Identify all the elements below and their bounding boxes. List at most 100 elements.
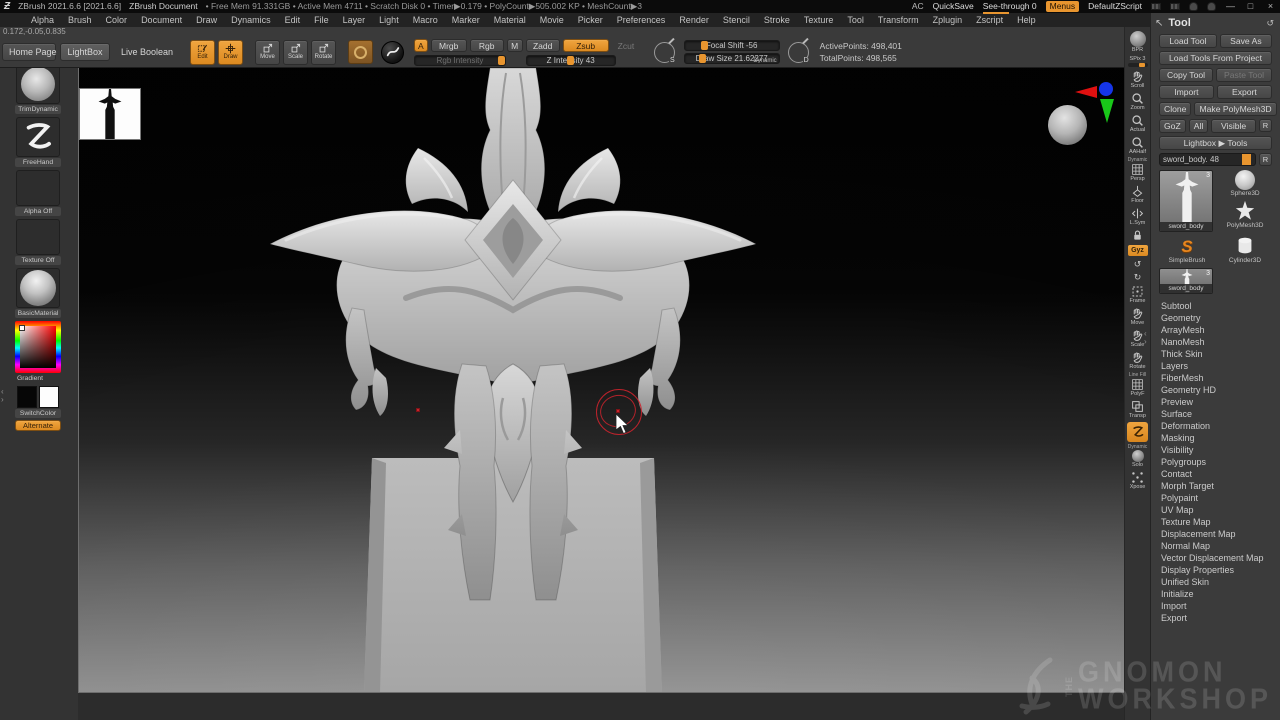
close-button[interactable]: × (1265, 0, 1276, 13)
tool-section-header[interactable]: ArrayMesh (1159, 324, 1272, 336)
zcut-button[interactable]: Zcut (612, 39, 640, 52)
import-button[interactable]: Import (1159, 85, 1214, 99)
see-through-slider[interactable]: See-through 0 (983, 0, 1037, 14)
active-tool-sword-body[interactable]: 3 sword_body (1159, 170, 1213, 232)
tool-section-header[interactable]: Texture Map (1159, 516, 1272, 528)
mrgb-button[interactable]: Mrgb (431, 39, 467, 52)
save-as-button[interactable]: Save As (1220, 34, 1272, 48)
menu-item[interactable]: Stencil (716, 13, 757, 27)
menu-item[interactable]: File (307, 13, 336, 27)
current-alpha[interactable]: Alpha Off (15, 170, 61, 216)
tool-section-header[interactable]: Deformation (1159, 420, 1272, 432)
menu-item[interactable]: Edit (278, 13, 308, 27)
saturation-value-square[interactable] (20, 326, 56, 368)
tool-section-header[interactable]: Preview (1159, 396, 1272, 408)
camera-orientation-sphere[interactable] (1048, 105, 1087, 145)
restore-button[interactable]: □ (1245, 0, 1256, 13)
tool-section-header[interactable]: Polypaint (1159, 492, 1272, 504)
dynamic-draw-size-icon[interactable]: D (788, 42, 809, 63)
tool-section-header[interactable]: Masking (1159, 432, 1272, 444)
menu-item[interactable]: Zscript (969, 13, 1010, 27)
home-page-button[interactable]: Home Page (2, 43, 56, 61)
rotate-button[interactable]: Rotate (311, 40, 336, 65)
tool-section-header[interactable]: FiberMesh (1159, 372, 1272, 384)
visible-button[interactable]: Visible (1211, 119, 1256, 133)
menu-item[interactable]: Stroke (757, 13, 797, 27)
tool-item-polymesh3d[interactable]: PolyMesh3D (1217, 200, 1273, 230)
tool-section-header[interactable]: Unified Skin (1159, 576, 1272, 588)
menu-item[interactable]: Alpha (24, 13, 61, 27)
tool-section-header[interactable]: NanoMesh (1159, 336, 1272, 348)
tool-item-sword-body-2[interactable]: 3 sword_body (1159, 268, 1213, 294)
palette-back-icon[interactable]: ↖ (1155, 18, 1163, 29)
menu-item[interactable]: Brush (61, 13, 99, 27)
tool-section-header[interactable]: Geometry (1159, 312, 1272, 324)
tool-section-header[interactable]: Displacement Map (1159, 528, 1272, 540)
quicksave-button[interactable]: QuickSave (933, 0, 974, 13)
tool-section-header[interactable]: UV Map (1159, 504, 1272, 516)
menus-button[interactable]: Menus (1046, 1, 1080, 12)
zbrush-dynamic-button[interactable] (1126, 422, 1150, 442)
tool-section-header[interactable]: Export (1159, 612, 1272, 624)
tool-item-simplebrush[interactable]: S SimpleBrush (1159, 235, 1215, 265)
tool-section-header[interactable]: Subtool (1159, 300, 1272, 312)
spix-slider[interactable]: SPix 3 (1126, 56, 1150, 67)
all-button[interactable]: All (1189, 119, 1209, 133)
clone-button[interactable]: Clone (1159, 102, 1191, 116)
bpr-render-button[interactable]: BPR (1126, 31, 1150, 53)
transform-lock-button[interactable] (1126, 229, 1150, 242)
tool-item-sphere3d[interactable]: Sphere3D (1217, 170, 1273, 198)
m-button[interactable]: M (507, 39, 523, 52)
draw-size-slider[interactable]: Draw Size 21.62277 Dynamic (684, 53, 780, 64)
tool-section-header[interactable]: Surface (1159, 408, 1272, 420)
tool-section-header[interactable]: Initialize (1159, 588, 1272, 600)
menu-item[interactable]: Color (99, 13, 135, 27)
rotate-camera-button[interactable]: Rotate (1126, 351, 1150, 370)
load-tool-button[interactable]: Load Tool (1159, 34, 1217, 48)
menu-item[interactable]: Layer (336, 13, 373, 27)
tool-item-cylinder3d[interactable]: Cylinder3D (1217, 235, 1273, 265)
menu-item[interactable]: Macro (406, 13, 445, 27)
rgb-intensity-slider[interactable]: Rgb Intensity (414, 55, 506, 66)
xpose-button[interactable]: Xpose (1126, 471, 1150, 490)
polyframe-button[interactable]: Line Fill PolyF (1126, 373, 1150, 397)
tool-section-header[interactable]: Contact (1159, 468, 1272, 480)
anchor-a-button[interactable]: A (414, 39, 428, 52)
menu-item[interactable]: Dynamics (224, 13, 278, 27)
tool-section-header[interactable]: Import (1159, 600, 1272, 612)
actual-button[interactable]: Actual (1126, 114, 1150, 133)
undo-button[interactable]: ↺ (1126, 259, 1150, 269)
copy-tool-button[interactable]: Copy Tool (1159, 68, 1213, 82)
move-camera-button[interactable]: Move (1126, 307, 1150, 326)
current-material[interactable]: BasicMaterial (15, 268, 61, 318)
default-zscript-button[interactable]: DefaultZScript (1088, 0, 1142, 13)
tool-section-header[interactable]: Normal Map (1159, 540, 1272, 552)
solo-button[interactable]: Dynamic Solo (1126, 445, 1150, 468)
tool-section-header[interactable]: Display Properties (1159, 564, 1272, 576)
gradient-label[interactable]: Gradient (15, 374, 61, 383)
draw-button[interactable]: Draw (218, 40, 243, 65)
focal-shift-slider[interactable]: Focal Shift -56 (684, 40, 780, 51)
tool-section-header[interactable]: Vector Displacement Map (1159, 552, 1272, 564)
menu-item[interactable]: Render (672, 13, 716, 27)
menu-item[interactable]: Help (1010, 13, 1043, 27)
tool-section-header[interactable]: Morph Target (1159, 480, 1272, 492)
menu-item[interactable]: Preferences (610, 13, 673, 27)
menu-item[interactable]: Texture (797, 13, 841, 27)
export-button[interactable]: Export (1217, 85, 1272, 99)
scale-button[interactable]: Scale (283, 40, 308, 65)
sculptris-pro-button[interactable] (348, 40, 373, 64)
menu-item[interactable]: Marker (445, 13, 487, 27)
tool-section-header[interactable]: Geometry HD (1159, 384, 1272, 396)
document-canvas[interactable] (78, 68, 1124, 693)
gyz-button[interactable]: Gyz (1126, 245, 1150, 256)
move-button[interactable]: Move (255, 40, 280, 65)
main-color-swatch[interactable] (17, 386, 37, 408)
load-tools-from-project-button[interactable]: Load Tools From Project (1159, 51, 1272, 65)
tool-section-header[interactable]: Layers (1159, 360, 1272, 372)
aahalf-button[interactable]: AAHalf (1126, 136, 1150, 155)
switch-color[interactable]: SwitchColor Alternate (15, 386, 61, 431)
minimize-button[interactable]: — (1225, 0, 1236, 13)
transparency-button[interactable]: Transp (1126, 400, 1150, 419)
tool-section-header[interactable]: Visibility (1159, 444, 1272, 456)
